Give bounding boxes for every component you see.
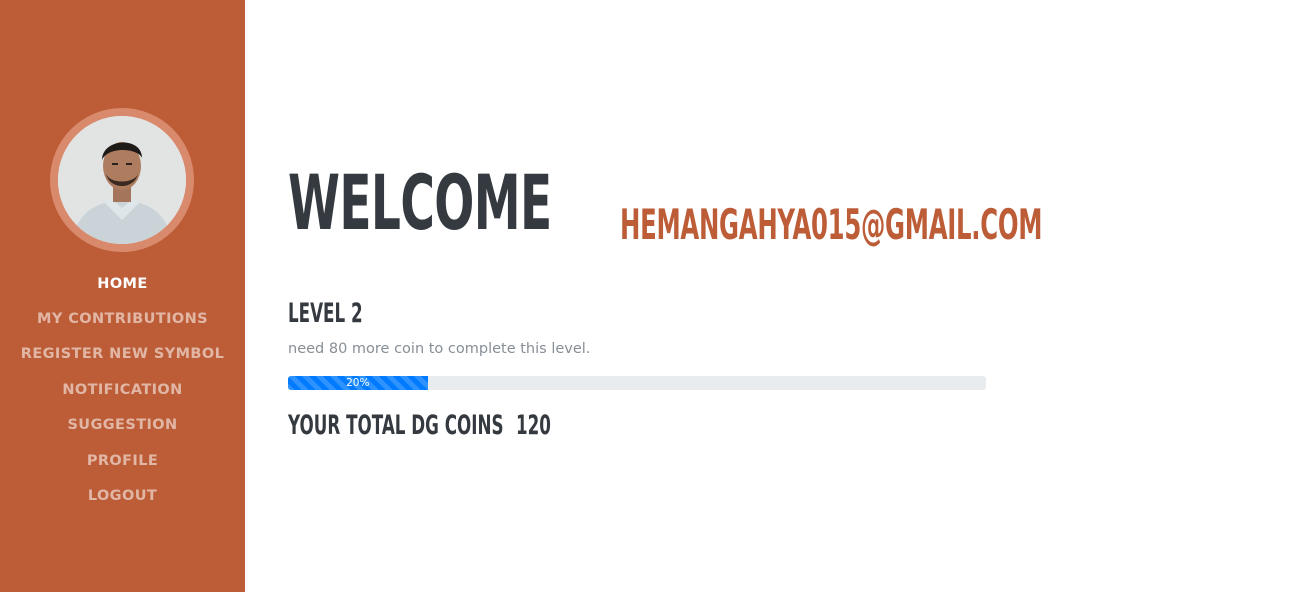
sidebar: HOME MY CONTRIBUTIONS REGISTER NEW SYMBO… — [0, 0, 245, 592]
level-progress-bar: 20% — [288, 376, 428, 390]
sidebar-nav: HOME MY CONTRIBUTIONS REGISTER NEW SYMBO… — [0, 266, 245, 514]
nav-item-notification[interactable]: NOTIFICATION — [0, 372, 245, 407]
coins-summary: YOUR TOTAL DG COINS 120 — [288, 410, 551, 441]
profile-photo — [58, 116, 186, 244]
nav-item-register-new-symbol[interactable]: REGISTER NEW SYMBOL — [0, 337, 245, 372]
nav-item-profile[interactable]: PROFILE — [0, 443, 245, 478]
user-email: HEMANGAHYA015@GMAIL.COM — [620, 200, 1043, 249]
nav-item-my-contributions[interactable]: MY CONTRIBUTIONS — [0, 301, 245, 336]
page-title: WELCOME HEMANGAHYA015@GMAIL.COM — [288, 155, 1296, 251]
main-content: WELCOME HEMANGAHYA015@GMAIL.COM LEVEL 2 … — [288, 0, 1043, 592]
level-title: LEVEL 2 — [288, 298, 363, 329]
nav-item-suggestion[interactable]: SUGGESTION — [0, 408, 245, 443]
avatar[interactable] — [58, 116, 186, 244]
nav-item-logout[interactable]: LOGOUT — [0, 478, 245, 513]
avatar-ring — [50, 108, 194, 252]
coins-value: 120 — [515, 410, 551, 441]
level-note: need 80 more coin to complete this level… — [288, 341, 591, 357]
coins-label: YOUR TOTAL DG COINS — [288, 410, 504, 441]
level-progress: 20% — [288, 376, 986, 390]
level-progress-label: 20% — [346, 377, 370, 389]
welcome-text: WELCOME — [288, 158, 552, 247]
nav-item-home[interactable]: HOME — [0, 266, 245, 301]
